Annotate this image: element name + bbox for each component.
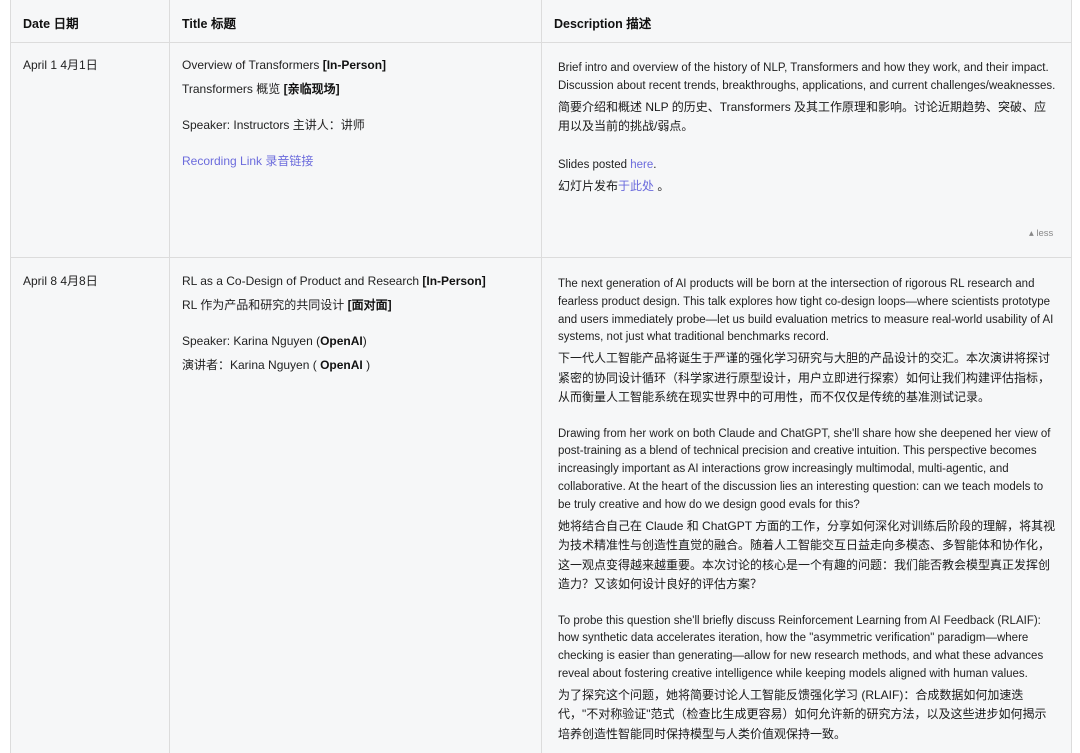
speaker-suffix: ) [362, 334, 367, 348]
description-p3-zh: 为了探究这个问题，她将简要讨论人工智能反馈强化学习 (RLAIF)：合成数据如何… [558, 687, 1047, 741]
column-divider [169, 0, 170, 753]
recording-link[interactable]: Recording Link 录音链接 [182, 154, 313, 168]
title-zh: Transformers 概览 [182, 82, 284, 96]
slides-suffix: . [653, 158, 657, 171]
speaker: Speaker: Instructors 主讲人：讲师 [182, 118, 365, 132]
slides-text-zh: 幻灯片发布 [558, 179, 619, 194]
row-date: April 1 4月1日 [23, 58, 98, 72]
description-p3-en: To probe this question she'll briefly di… [558, 614, 1044, 681]
title-zh: RL 作为产品和研究的共同设计 [182, 298, 348, 312]
title-en: Overview of Transformers [182, 58, 323, 72]
description-p2-zh: 她将结合自己在 Claude 和 ChatGPT 方面的工作，分享如何深化对训练… [558, 518, 1056, 592]
row-title: RL as a Co-Design of Product and Researc… [182, 272, 536, 374]
description-p1-en: The next generation of AI products will … [558, 278, 1054, 344]
row-divider [11, 42, 1071, 43]
header-title: Title 标题 [182, 17, 236, 31]
speaker-suffix-zh: ) [362, 358, 371, 372]
row-description: The next generation of AI products will … [558, 276, 1056, 744]
slides-text: Slides posted [558, 158, 631, 171]
column-divider [541, 0, 542, 753]
format-tag-zh: [面对面] [347, 298, 392, 312]
description-en: Brief intro and overview of the history … [558, 62, 1056, 92]
format-tag: [In-Person] [322, 58, 387, 72]
slides-suffix-zh: 。 [654, 179, 670, 194]
speaker-zh: 演讲者：Karina Nguyen ( [182, 358, 321, 372]
less-toggle[interactable]: ▴ less [1029, 228, 1053, 239]
slides-link[interactable]: here [630, 159, 653, 171]
description-zh: 简要介绍和概述 NLP 的历史、Transformers 及其工作原理和影响。讨… [558, 99, 1047, 134]
speaker-org-zh: OpenAI [320, 358, 363, 372]
row-date: April 8 4月8日 [23, 274, 98, 288]
speaker: Speaker: Karina Nguyen ( [182, 334, 321, 348]
slides-link-zh[interactable]: 于此处 [618, 179, 654, 193]
row-description: Brief intro and overview of the history … [558, 60, 1056, 197]
row-title: Overview of Transformers [In-Person] Tra… [182, 56, 532, 170]
header-date: Date 日期 [23, 17, 79, 31]
description-p2-en: Drawing from her work on both Claude and… [558, 427, 1051, 511]
description-p1-zh: 下一代人工智能产品将诞生于严谨的强化学习研究与大胆的产品设计的交汇。本次演讲将探… [558, 351, 1051, 405]
format-tag-zh: [亲临现场] [283, 82, 340, 96]
schedule-table: Date 日期 Title 标题 Description 描述 April 1 … [10, 0, 1072, 753]
row-divider [11, 257, 1071, 258]
title-en: RL as a Co-Design of Product and Researc… [182, 274, 423, 288]
header-description: Description 描述 [554, 17, 652, 31]
speaker-org: OpenAI [320, 334, 363, 348]
format-tag: [In-Person] [422, 274, 486, 288]
